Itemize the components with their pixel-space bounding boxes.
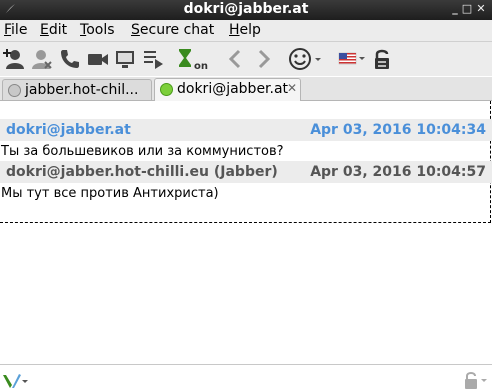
menu-secure-chat[interactable]: Secure chat (131, 22, 214, 38)
screen-share-icon[interactable] (113, 47, 137, 71)
chat-log[interactable]: dokri@jabber.at Apr 03, 2016 10:04:34 Ты… (0, 101, 492, 364)
tab-dokri[interactable]: dokri@jabber.at ✕ (154, 78, 301, 101)
remove-contact-icon[interactable] (30, 47, 54, 71)
tab-jabber-hot-chilli[interactable]: jabber.hot-chil... (2, 79, 152, 100)
tab-bar: jabber.hot-chil... dokri@jabber.at ✕ (0, 77, 492, 101)
forward-arrow-icon[interactable] (251, 47, 275, 71)
menu-help[interactable]: Help (229, 22, 261, 38)
message-sender: dokri@jabber.at (6, 122, 131, 138)
lock-icon[interactable] (370, 47, 394, 71)
message-header: dokri@jabber.hot-chilli.eu (Jabber) Apr … (0, 161, 492, 183)
window-titlebar: dokri@jabber.at _ □ ✕ (0, 0, 492, 20)
message-timestamp: Apr 03, 2016 10:04:34 (310, 122, 486, 138)
menu-file[interactable]: File (4, 22, 27, 38)
timer-on-icon[interactable]: on (176, 47, 210, 71)
language-flag-icon[interactable] (338, 47, 366, 71)
back-arrow-icon[interactable] (224, 47, 248, 71)
close-icon[interactable]: ✕ (474, 2, 488, 16)
window-title: dokri@jabber.at (183, 1, 309, 17)
send-file-icon[interactable] (141, 47, 165, 71)
offline-status-icon (8, 84, 21, 97)
input-lock-icon[interactable] (462, 370, 488, 390)
toolbar: on (0, 42, 492, 76)
message-input-bar[interactable] (0, 364, 492, 392)
tab-label: dokri@jabber.at (177, 81, 289, 97)
message-text: Мы тут все против Антихриста) (1, 186, 219, 201)
otr-menu-icon[interactable] (2, 372, 28, 390)
message-header: dokri@jabber.at Apr 03, 2016 10:04:34 (0, 119, 492, 141)
maximize-icon[interactable]: □ (460, 2, 474, 16)
online-status-icon (160, 83, 173, 96)
video-icon[interactable] (86, 47, 110, 71)
tab-close-icon[interactable]: ✕ (287, 79, 297, 98)
menu-tools[interactable]: Tools (80, 22, 115, 38)
tab-label: jabber.hot-chil... (25, 82, 139, 98)
svg-text:on: on (194, 61, 208, 71)
emoticon-icon[interactable] (288, 47, 322, 71)
add-contact-icon[interactable] (2, 47, 26, 71)
message-timestamp: Apr 03, 2016 10:04:57 (310, 164, 486, 180)
menu-bar: File Edit Tools Secure chat Help (0, 20, 492, 42)
menu-edit[interactable]: Edit (40, 22, 67, 38)
message-sender: dokri@jabber.hot-chilli.eu (Jabber) (6, 164, 278, 180)
call-icon[interactable] (58, 47, 82, 71)
message-text: Ты за большевиков или за коммунистов? (1, 144, 284, 159)
